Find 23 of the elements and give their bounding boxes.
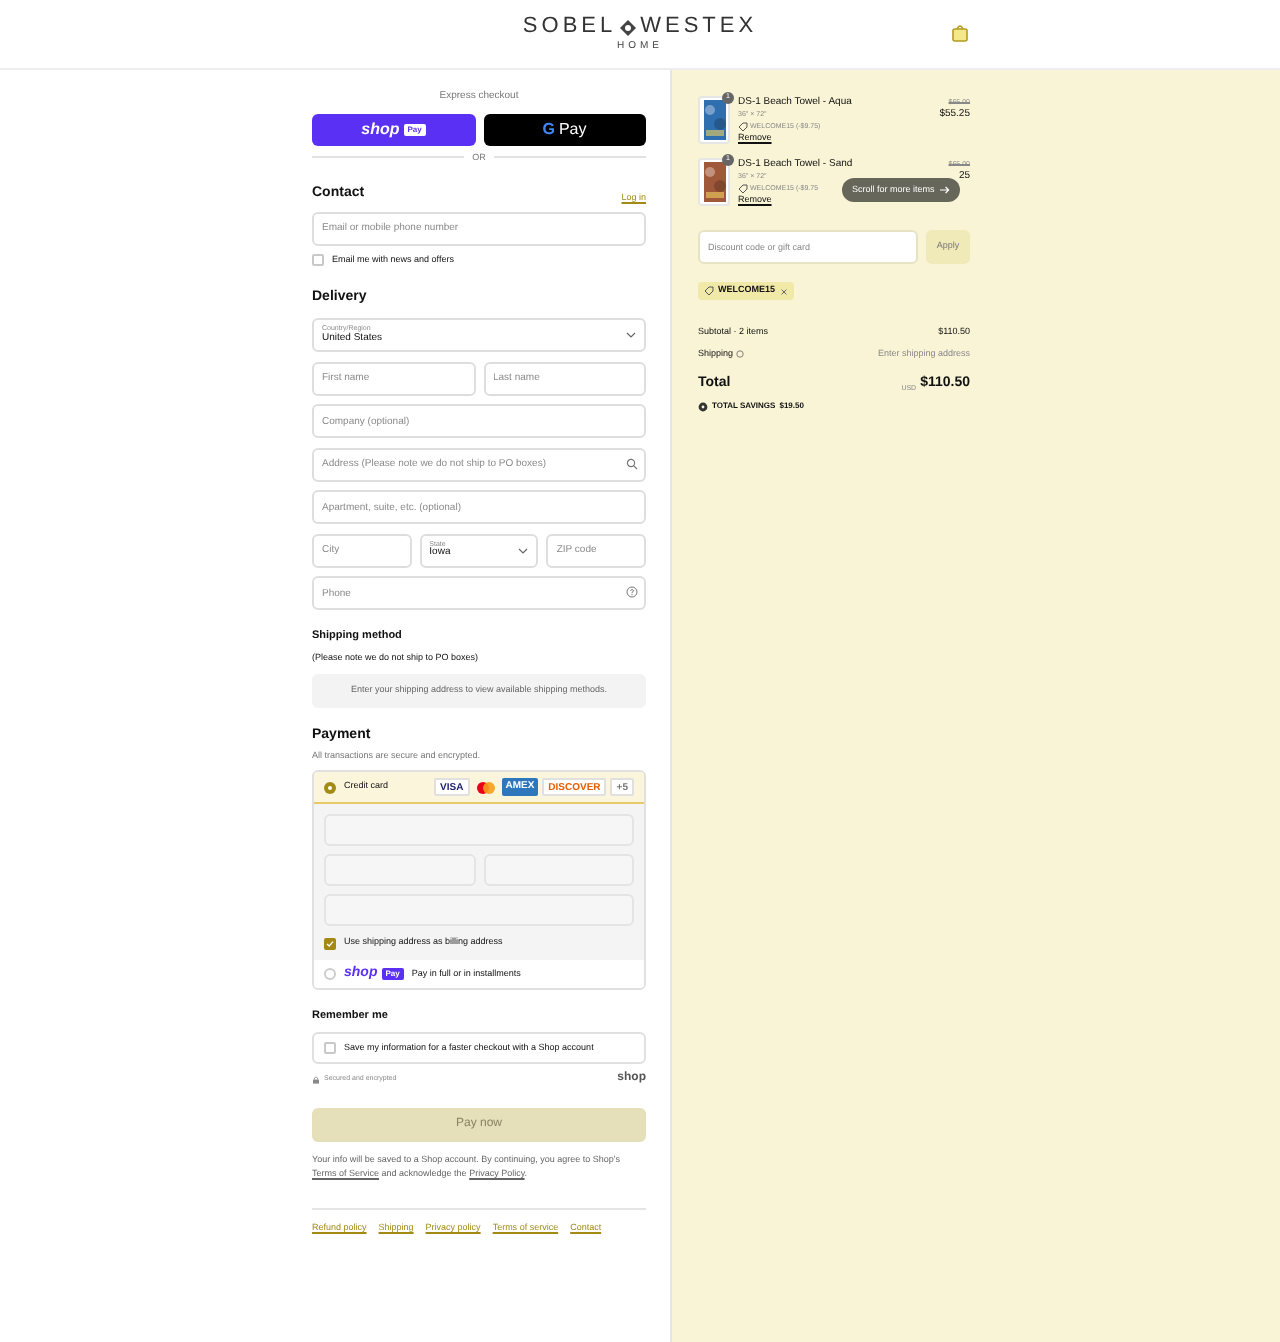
shopping-bag-icon[interactable] — [952, 24, 968, 42]
chevron-icon — [518, 547, 529, 553]
brand-name: WESTEX — [640, 16, 758, 38]
radio-button[interactable] — [324, 781, 336, 794]
help-icon[interactable] — [735, 350, 744, 359]
mastercard-icon — [473, 779, 498, 796]
radio-button[interactable] — [324, 968, 336, 980]
checkbox[interactable] — [324, 1042, 336, 1055]
brand-emblem-icon — [620, 19, 637, 35]
shop-logo: shop — [361, 117, 400, 141]
tag-icon — [738, 121, 748, 131]
brand-name: SOBEL — [522, 16, 617, 38]
chevron-icon — [626, 332, 636, 338]
search-icon — [626, 457, 638, 469]
lock-icon — [312, 1075, 320, 1084]
checkbox[interactable] — [324, 937, 336, 950]
help-icon — [626, 586, 638, 598]
close-icon[interactable] — [779, 287, 788, 295]
arrow-right-icon — [940, 186, 951, 194]
tag-icon — [704, 286, 714, 296]
google-pay-button[interactable]: G Pay — [483, 113, 646, 145]
tag-icon — [738, 183, 748, 193]
checkbox[interactable] — [312, 254, 324, 267]
